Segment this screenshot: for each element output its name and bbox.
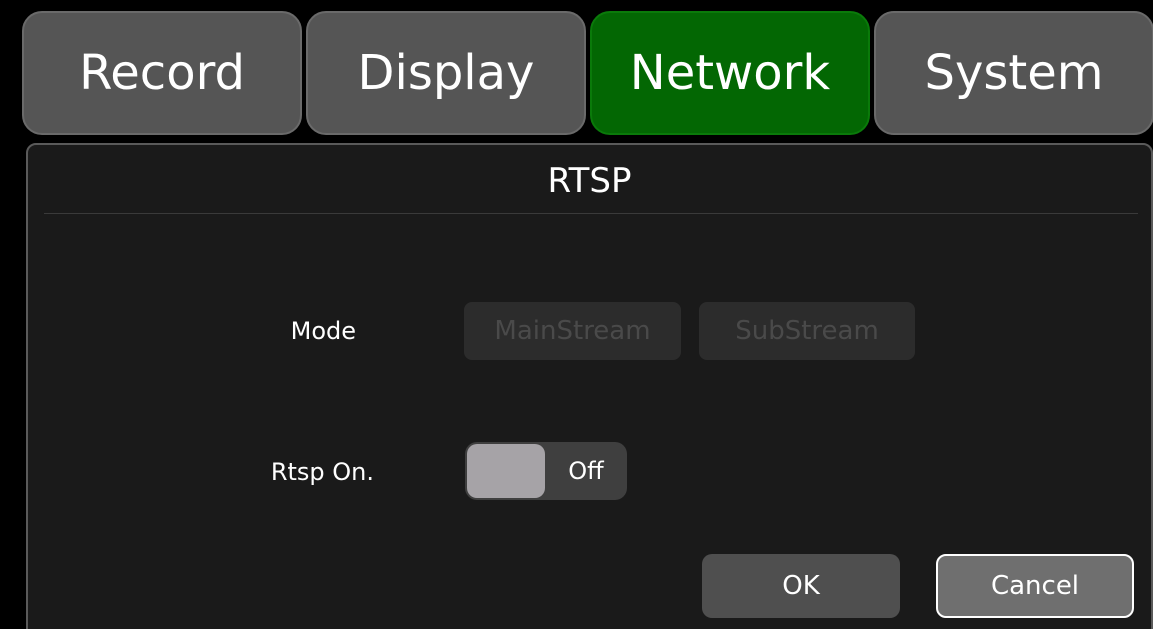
tab-system-label: System [924, 45, 1104, 101]
screen: Record Display Network System RTSP Mode … [0, 0, 1153, 629]
substream-button[interactable]: SubStream [699, 302, 915, 360]
rtsp-panel: RTSP Mode MainStream SubStream Rtsp On. … [26, 143, 1153, 629]
cancel-button-label: Cancel [990, 571, 1080, 601]
rtsp-on-toggle[interactable]: Off [465, 442, 627, 500]
tab-display[interactable]: Display [306, 11, 586, 135]
title-divider [44, 213, 1138, 214]
tab-display-label: Display [357, 45, 535, 101]
tab-system[interactable]: System [874, 11, 1153, 135]
ok-button[interactable]: OK [702, 554, 900, 618]
tab-record[interactable]: Record [22, 11, 302, 135]
toggle-knob[interactable] [467, 444, 545, 498]
tab-network[interactable]: Network [590, 11, 870, 135]
tab-record-label: Record [79, 45, 245, 101]
mode-label: Mode [290, 317, 356, 345]
mainstream-button[interactable]: MainStream [464, 302, 681, 360]
ok-button-label: OK [782, 571, 820, 601]
mainstream-button-label: MainStream [494, 316, 651, 346]
toggle-state-text: Off [568, 457, 604, 485]
cancel-button[interactable]: Cancel [936, 554, 1134, 618]
panel-title: RTSP [547, 161, 632, 201]
tab-network-label: Network [629, 45, 831, 101]
substream-button-label: SubStream [735, 316, 879, 346]
rtsp-on-label: Rtsp On. [270, 458, 374, 486]
